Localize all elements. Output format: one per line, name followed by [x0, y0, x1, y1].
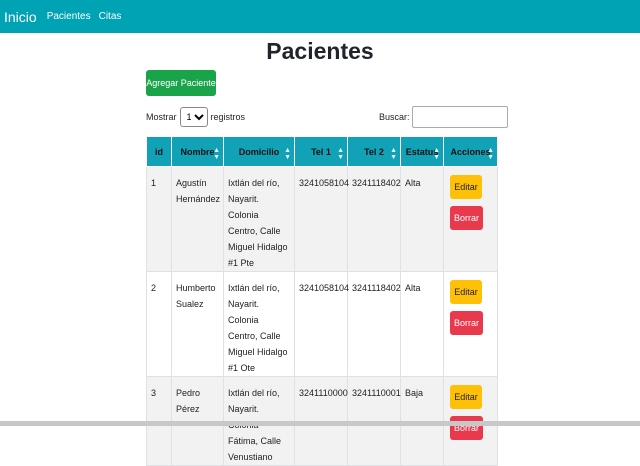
- address-line: Nayarit. Colonia: [228, 404, 260, 430]
- column-header-label: Tel 2: [364, 146, 384, 157]
- name-line: Humberto: [176, 283, 216, 293]
- sort-icon: ▲ ▼: [433, 147, 440, 161]
- name-line: Pedro Pérez: [176, 388, 201, 414]
- address-line: Miguel Hidalgo: [228, 242, 288, 252]
- cell-name: Agustín Hernández: [171, 166, 224, 272]
- table-row: 1 Agustín Hernández Ixtlán del río, Naya…: [146, 166, 498, 272]
- cell-tel2: 3241118402: [347, 166, 401, 272]
- horizontal-scrollbar[interactable]: [0, 421, 640, 426]
- sort-icon: ▲ ▼: [213, 147, 220, 161]
- add-patient-button[interactable]: Agregar Paciente: [146, 70, 216, 96]
- cell-address: Ixtlán del río, Nayarit. Colonia Centro,…: [223, 271, 295, 377]
- column-header-domicilio[interactable]: Domicilio ▲ ▼: [223, 136, 295, 167]
- column-header-label: Nombre: [180, 146, 215, 157]
- name-line: Sualez: [176, 299, 204, 309]
- sort-icon: ▲ ▼: [337, 147, 344, 161]
- cell-id: 2: [146, 271, 172, 377]
- navbar: Inicio Pacientes Citas: [0, 0, 640, 33]
- edit-button[interactable]: Editar: [450, 385, 482, 409]
- nav-brand-link[interactable]: Inicio: [4, 9, 37, 25]
- table-header-row: id Nombre ▲ ▼ Domicilio ▲ ▼ Tel 1 ▲ ▼ Tel 2 ▲ ▼ …: [146, 136, 498, 167]
- cell-tel1: 3241058104: [294, 166, 349, 272]
- cell-status: Alta: [400, 166, 444, 272]
- address-line: Ixtlán del río,: [228, 388, 280, 398]
- search-control: Buscar:: [379, 106, 508, 128]
- address-line: #1 Ote: [228, 363, 256, 373]
- table-row: 2 Humberto Sualez Ixtlán del río, Nayari…: [146, 271, 498, 377]
- address-line: #1 Pte: [228, 258, 255, 268]
- address-line: Fátima, Calle: [228, 436, 282, 446]
- delete-button[interactable]: Borrar: [450, 416, 483, 440]
- cell-tel1: 3241058104: [294, 271, 349, 377]
- address-line: Centro, Calle: [228, 226, 281, 236]
- entries-length-control: Mostrar 10 registros: [146, 107, 245, 127]
- column-header-nombre[interactable]: Nombre ▲ ▼: [171, 136, 224, 167]
- cell-id: 1: [146, 166, 172, 272]
- column-header-label: id: [155, 146, 163, 157]
- cell-actions: Editar Borrar: [443, 271, 498, 377]
- cell-address: Ixtlán del río, Nayarit. Colonia Centro,…: [223, 166, 295, 272]
- name-line: Agustín: [176, 178, 207, 188]
- nav-link-citas[interactable]: Citas: [99, 11, 122, 22]
- patients-table: id Nombre ▲ ▼ Domicilio ▲ ▼ Tel 1 ▲ ▼ Tel 2 ▲ ▼ …: [146, 136, 498, 466]
- entries-select[interactable]: 10: [179, 107, 208, 127]
- entries-prefix-label: Mostrar: [146, 112, 177, 122]
- column-header-tel2[interactable]: Tel 2 ▲ ▼: [347, 136, 401, 167]
- name-line: Hernández: [176, 194, 221, 204]
- cell-tel2: 3241118402: [347, 271, 401, 377]
- address-line: Venustiano: [228, 452, 273, 462]
- column-header-label: Domicilio: [238, 146, 280, 157]
- edit-button[interactable]: Editar: [450, 280, 482, 304]
- cell-status: Alta: [400, 271, 444, 377]
- delete-button[interactable]: Borrar: [450, 206, 483, 230]
- nav-link-pacientes[interactable]: Pacientes: [47, 11, 91, 22]
- delete-button[interactable]: Borrar: [450, 311, 483, 335]
- address-line: Ixtlán del río,: [228, 283, 280, 293]
- cell-actions: Editar Borrar: [443, 166, 498, 272]
- address-line: Nayarit. Colonia: [228, 194, 260, 220]
- column-header-estatus[interactable]: Estatus ▲ ▼: [400, 136, 444, 167]
- address-line: Ixtlán del río,: [228, 178, 280, 188]
- edit-button[interactable]: Editar: [450, 175, 482, 199]
- search-input[interactable]: [411, 106, 508, 128]
- column-header-tel1[interactable]: Tel 1 ▲ ▼: [294, 136, 348, 167]
- column-header-id[interactable]: id: [146, 136, 172, 167]
- entries-suffix-label: registros: [210, 112, 246, 122]
- column-header-label: Acciones: [450, 146, 491, 157]
- page-title: Pacientes: [266, 38, 374, 64]
- column-header-acciones[interactable]: Acciones ▲ ▼: [443, 136, 498, 167]
- address-line: Nayarit. Colonia: [228, 299, 260, 325]
- address-line: Centro, Calle: [228, 331, 281, 341]
- sort-icon: ▲ ▼: [284, 147, 291, 161]
- sort-icon: ▲ ▼: [390, 147, 397, 161]
- cell-name: Humberto Sualez: [171, 271, 224, 377]
- search-label: Buscar:: [379, 112, 410, 122]
- sort-icon: ▲ ▼: [487, 147, 494, 161]
- column-header-label: Tel 1: [311, 146, 331, 157]
- address-line: Miguel Hidalgo: [228, 347, 288, 357]
